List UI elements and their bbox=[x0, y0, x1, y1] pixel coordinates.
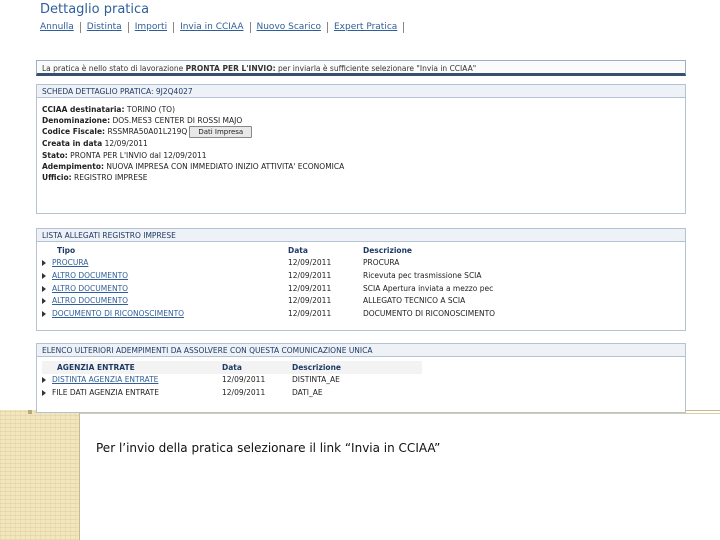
table-row: ALTRO DOCUMENTO 12/09/2011 Ricevuta pec … bbox=[42, 269, 495, 282]
further-obligations-panel: ELENCO ULTERIORI ADEMPIMENTI DA ASSOLVER… bbox=[36, 343, 686, 413]
attachments-table: Tipo Data Descrizione PROCURA 12/09/2011… bbox=[42, 244, 495, 320]
attachments-panel: LISTA ALLEGATI REGISTRO IMPRESE Tipo Dat… bbox=[36, 228, 686, 331]
caption-text: Per l’invio della pratica selezionare il… bbox=[96, 441, 441, 455]
col-descrizione: Descrizione bbox=[292, 361, 422, 374]
status-message: La pratica è nello stato di lavorazione … bbox=[36, 60, 686, 76]
attachments-heading: LISTA ALLEGATI REGISTRO IMPRESE bbox=[37, 229, 685, 242]
arrow-right-icon bbox=[42, 389, 46, 396]
menu-importi[interactable]: Importi bbox=[129, 22, 175, 33]
col-agenzia: AGENZIA ENTRATE bbox=[42, 361, 222, 374]
menu-expert-pratica[interactable]: Expert Pratica bbox=[328, 22, 405, 33]
menu-distinta[interactable]: Distinta bbox=[81, 22, 129, 33]
practice-detail-heading: SCHEDA DETTAGLIO PRATICA: 9J2Q4027 bbox=[37, 85, 685, 98]
menu-invia-cciaa[interactable]: Invia in CCIAA bbox=[174, 22, 251, 33]
obligations-table: AGENZIA ENTRATE Data Descrizione DISTINT… bbox=[42, 361, 422, 399]
table-row: PROCURA 12/09/2011 PROCURA bbox=[42, 257, 495, 270]
table-row: DOCUMENTO DI RICONOSCIMENTO 12/09/2011 D… bbox=[42, 307, 495, 320]
arrow-right-icon bbox=[42, 285, 46, 292]
decorative-square bbox=[28, 410, 32, 414]
field-codice-fiscale: Codice Fiscale: RSSMRA50A01L219Q Dati Imp… bbox=[42, 126, 680, 139]
arrow-right-icon bbox=[42, 310, 46, 317]
field-adempimento: Adempimento: NUOVA IMPRESA CON IMMEDIATO… bbox=[42, 161, 345, 171]
attachment-link[interactable]: DOCUMENTO DI RICONOSCIMENTO bbox=[52, 309, 184, 318]
field-stato: Stato: PRONTA PER L'INVIO dal 12/09/2011 bbox=[42, 150, 207, 160]
obligation-link[interactable]: DISTINTA AGENZIA ENTRATE bbox=[52, 375, 158, 384]
menu-nuovo-scarico[interactable]: Nuovo Scarico bbox=[251, 22, 328, 33]
decorative-texture-block bbox=[0, 410, 80, 540]
field-cciaa: CCIAA destinataria: TORINO (TO) bbox=[42, 105, 176, 114]
further-obligations-heading: ELENCO ULTERIORI ADEMPIMENTI DA ASSOLVER… bbox=[37, 344, 685, 357]
arrow-right-icon bbox=[42, 260, 46, 267]
table-row: DISTINTA AGENZIA ENTRATE 12/09/2011 DIST… bbox=[42, 374, 422, 387]
attachment-link[interactable]: ALTRO DOCUMENTO bbox=[52, 284, 128, 293]
attachment-link[interactable]: ALTRO DOCUMENTO bbox=[52, 296, 128, 305]
col-descrizione: Descrizione bbox=[363, 245, 413, 255]
col-data: Data bbox=[288, 245, 308, 255]
arrow-right-icon bbox=[42, 272, 46, 279]
status-state: PRONTA PER L'INVIO: bbox=[185, 64, 276, 73]
attachment-link[interactable]: ALTRO DOCUMENTO bbox=[52, 271, 128, 280]
table-row: FILE DATI AGENZIA ENTRATE 12/09/2011 DAT… bbox=[42, 386, 422, 399]
status-suffix: per inviarla è sufficiente selezionare "… bbox=[275, 64, 477, 73]
field-ufficio: Ufficio: REGISTRO IMPRESE bbox=[42, 173, 148, 183]
col-tipo: Tipo bbox=[57, 245, 76, 255]
company-data-button[interactable]: Dati Impresa bbox=[189, 126, 253, 139]
col-data: Data bbox=[222, 361, 292, 374]
field-created: Creata in data 12/09/2011 bbox=[42, 139, 148, 149]
page-title: Dettaglio pratica bbox=[40, 2, 150, 17]
arrow-right-icon bbox=[42, 298, 46, 305]
divider-line-secondary bbox=[0, 413, 720, 414]
menu-annulla[interactable]: Annulla bbox=[40, 22, 81, 33]
action-menu: Annulla Distinta Importi Invia in CCIAA … bbox=[40, 22, 405, 33]
table-row: ALTRO DOCUMENTO 12/09/2011 SCIA Apertura… bbox=[42, 282, 495, 295]
status-prefix: La pratica è nello stato di lavorazione bbox=[42, 64, 186, 73]
arrow-right-icon bbox=[42, 377, 46, 384]
obligation-label: FILE DATI AGENZIA ENTRATE bbox=[52, 387, 159, 397]
table-row: ALTRO DOCUMENTO 12/09/2011 ALLEGATO TECN… bbox=[42, 294, 495, 307]
attachment-link[interactable]: PROCURA bbox=[52, 258, 88, 267]
field-denominazione: Denominazione: DOS.MES3 CENTER DI ROSSI … bbox=[42, 116, 243, 126]
practice-detail-panel: SCHEDA DETTAGLIO PRATICA: 9J2Q4027 CCIAA… bbox=[36, 84, 686, 214]
